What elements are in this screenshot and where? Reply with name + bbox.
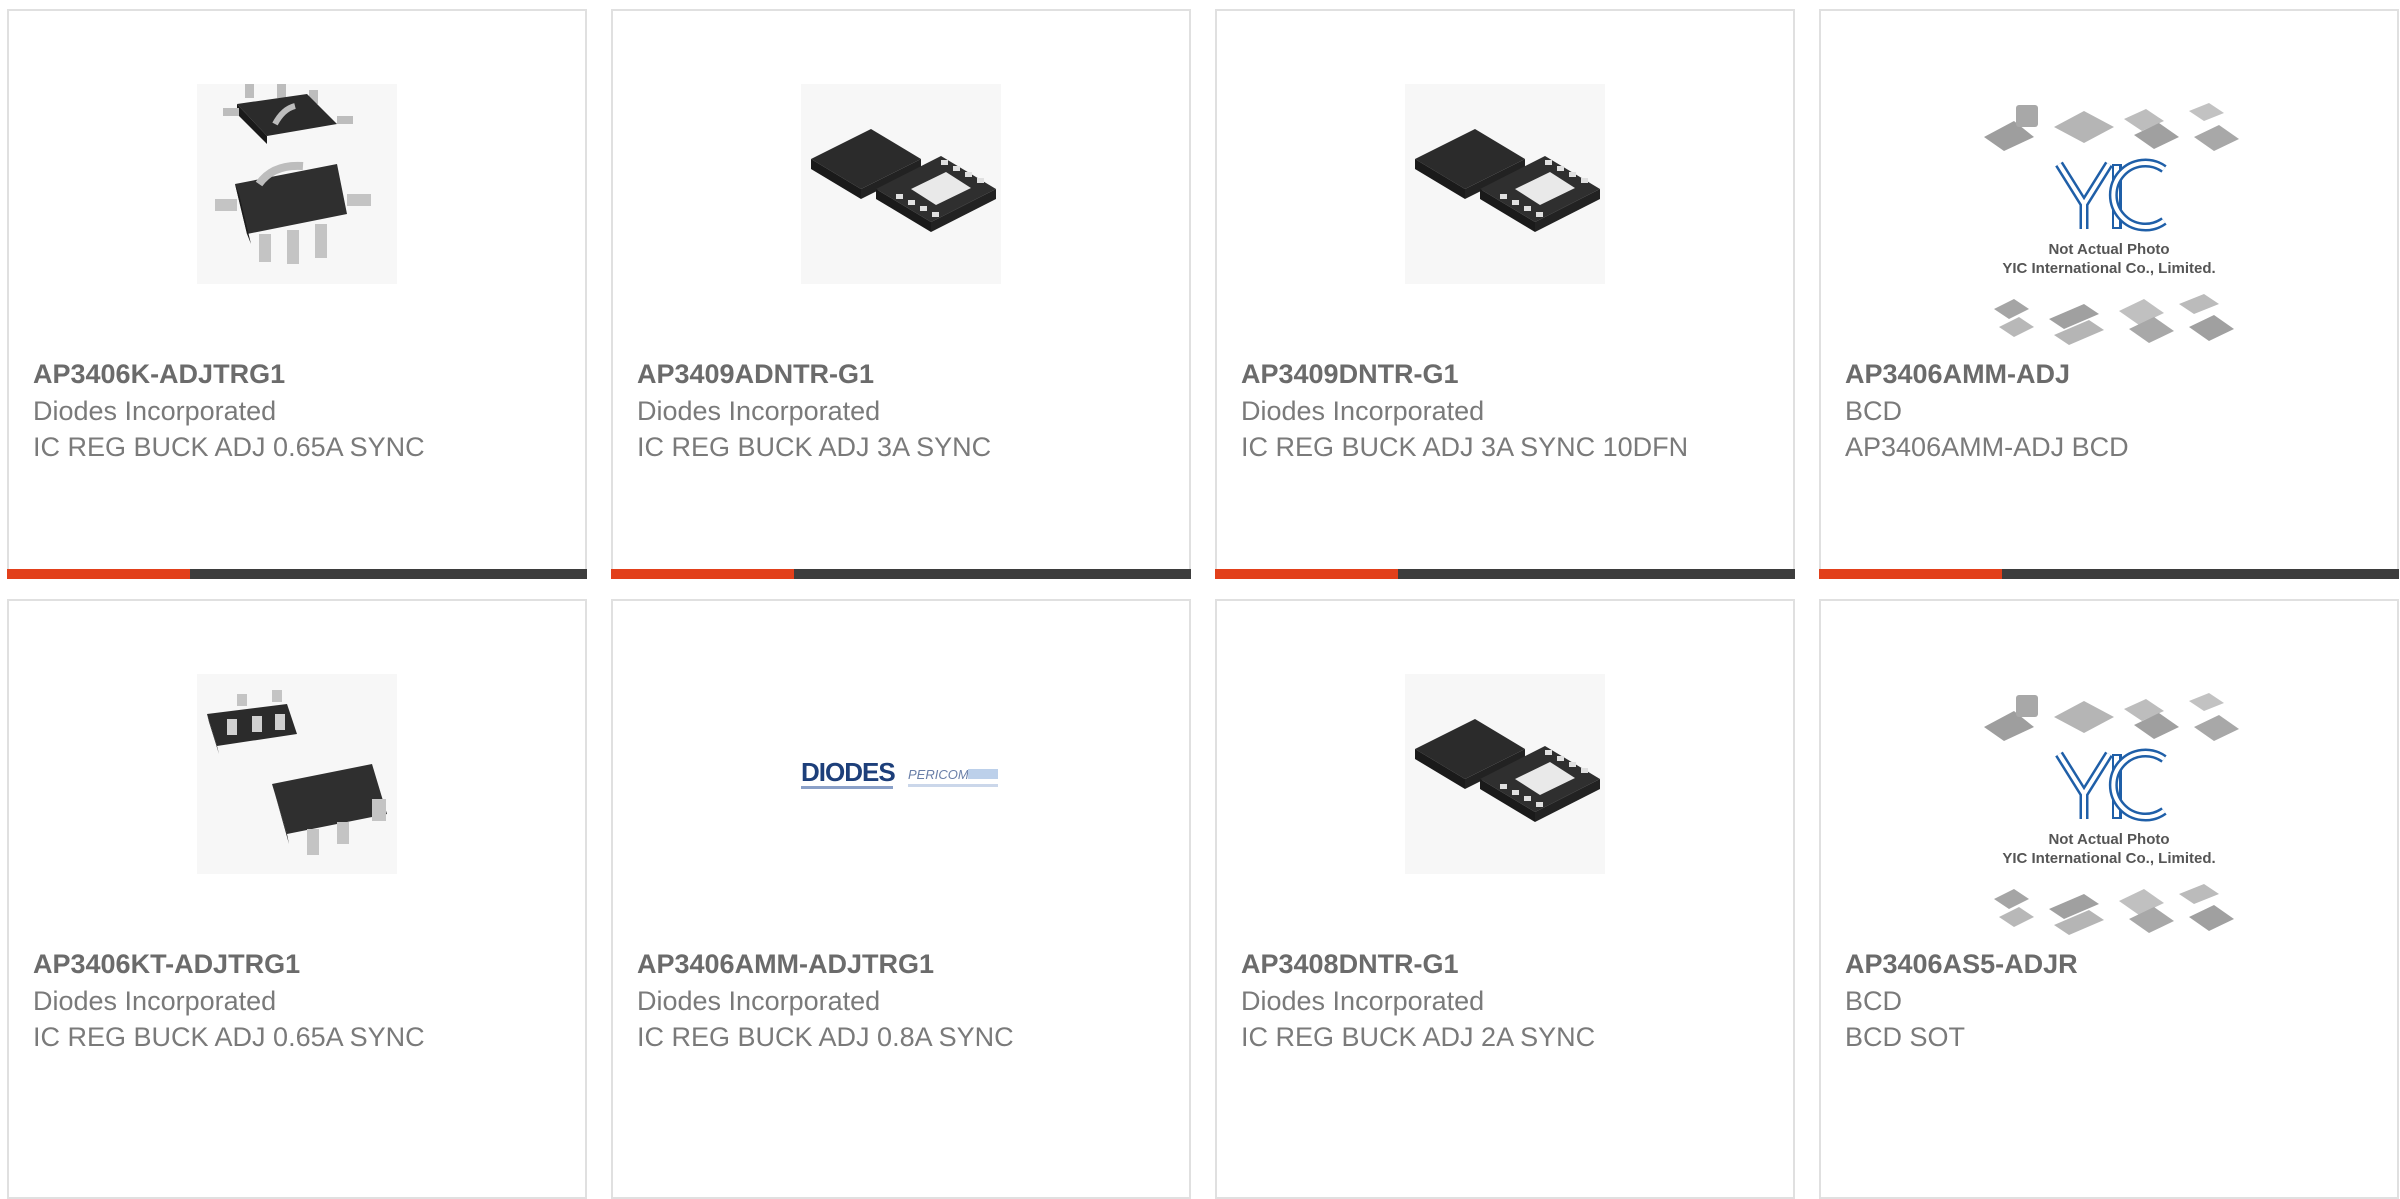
description: IC REG BUCK ADJ 2A SYNC [1241, 1022, 1596, 1052]
manufacturer: BCD [1845, 986, 1903, 1016]
part-number[interactable]: AP3409DNTR-G1 [1241, 355, 1773, 393]
description: IC REG BUCK ADJ 0.65A SYNC [33, 432, 425, 462]
sot-package-image [192, 669, 402, 879]
manufacturer: Diodes Incorporated [33, 986, 277, 1016]
yic-placeholder-image: Not Actual Photo YIC International Co., … [1974, 99, 2244, 349]
card-accent-bar [611, 569, 794, 579]
description: AP3406AMM-ADJ BCD [1845, 432, 2129, 462]
product-card[interactable]: DIODES PERICOM AP3406AMM-ADJTRG1 Diodes … [611, 599, 1191, 1199]
card-bottom-bar [611, 569, 1191, 579]
card-accent-bar [7, 569, 190, 579]
card-accent-bar [1819, 569, 2002, 579]
card-bottom-bar [1215, 569, 1795, 579]
placeholder-line-2: YIC International Co., Limited. [2002, 260, 2215, 277]
placeholder-line-2: YIC International Co., Limited. [2002, 850, 2215, 867]
manufacturer: Diodes Incorporated [1241, 396, 1485, 426]
manufacturer: BCD [1845, 396, 1903, 426]
description: IC REG BUCK ADJ 0.65A SYNC [33, 1022, 425, 1052]
description: IC REG BUCK ADJ 3A SYNC 10DFN [1241, 432, 1689, 462]
placeholder-line-1: Not Actual Photo [2048, 831, 2169, 848]
card-bottom-bar [1819, 569, 2399, 579]
part-number[interactable]: AP3409ADNTR-G1 [637, 355, 1169, 393]
placeholder-line-1: Not Actual Photo [2048, 241, 2169, 258]
product-card[interactable]: AP3408DNTR-G1 Diodes Incorporated IC REG… [1215, 599, 1795, 1199]
part-number[interactable]: AP3408DNTR-G1 [1241, 945, 1773, 983]
yic-placeholder-image: Not Actual Photo YIC International Co., … [1974, 689, 2244, 939]
manufacturer: Diodes Incorporated [637, 986, 881, 1016]
part-number[interactable]: AP3406AS5-ADJR [1845, 945, 2377, 983]
part-number[interactable]: AP3406K-ADJTRG1 [33, 355, 565, 393]
product-card[interactable]: AP3409DNTR-G1 Diodes Incorporated IC REG… [1215, 9, 1795, 579]
part-number[interactable]: AP3406KT-ADJTRG1 [33, 945, 565, 983]
product-card[interactable]: AP3406K-ADJTRG1 Diodes Incorporated IC R… [7, 9, 587, 579]
description: BCD SOT [1845, 1022, 1966, 1052]
description: IC REG BUCK ADJ 0.8A SYNC [637, 1022, 1014, 1052]
diodes-pericom-logo-image: DIODES PERICOM [796, 669, 1006, 879]
manufacturer: Diodes Incorporated [637, 396, 881, 426]
product-card[interactable]: Not Actual Photo YIC International Co., … [1819, 9, 2399, 579]
part-number[interactable]: AP3406AMM-ADJ [1845, 355, 2377, 393]
dfn-package-image [796, 79, 1006, 289]
product-grid: AP3406K-ADJTRG1 Diodes Incorporated IC R… [0, 0, 2400, 1199]
diodes-logo-text: DIODES [801, 757, 895, 787]
card-bottom-bar [7, 569, 587, 579]
description: IC REG BUCK ADJ 3A SYNC [637, 432, 992, 462]
pericom-logo-text: PERICOM [908, 767, 969, 782]
sot-package-image [192, 79, 402, 289]
product-card[interactable]: AP3406KT-ADJTRG1 Diodes Incorporated IC … [7, 599, 587, 1199]
dfn-package-image [1400, 669, 1610, 879]
dfn-package-image [1400, 79, 1610, 289]
manufacturer: Diodes Incorporated [33, 396, 277, 426]
card-accent-bar [1215, 569, 1398, 579]
part-number[interactable]: AP3406AMM-ADJTRG1 [637, 945, 1169, 983]
product-card[interactable]: Not Actual Photo YIC International Co., … [1819, 599, 2399, 1199]
product-card[interactable]: AP3409ADNTR-G1 Diodes Incorporated IC RE… [611, 9, 1191, 579]
manufacturer: Diodes Incorporated [1241, 986, 1485, 1016]
